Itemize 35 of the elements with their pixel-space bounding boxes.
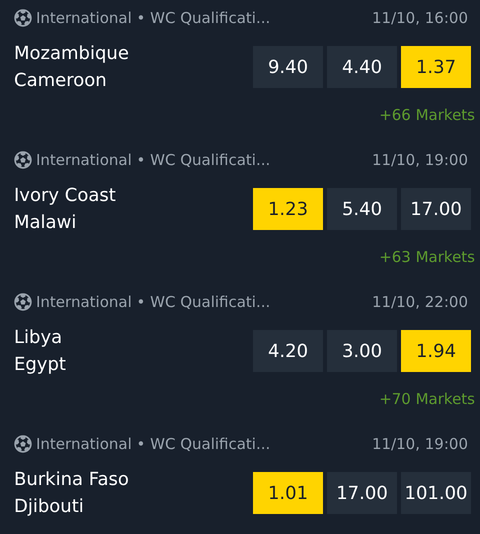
odds-button[interactable]: 17.00 xyxy=(401,188,471,230)
odds-button[interactable]: 4.20 xyxy=(253,330,323,372)
odds-button[interactable]: 3.00 xyxy=(327,330,397,372)
odds-button[interactable]: 9.40 xyxy=(253,46,323,88)
team-name: Libya xyxy=(14,326,64,350)
odds-button[interactable]: 1.01 xyxy=(253,472,323,514)
team-name: Malawi xyxy=(14,211,78,235)
odds-button[interactable]: 1.94 xyxy=(401,330,471,372)
odds-button[interactable]: 101.00 xyxy=(401,472,471,514)
football-icon xyxy=(14,151,32,169)
odds-button[interactable]: 5.40 xyxy=(327,188,397,230)
football-icon xyxy=(14,293,32,311)
more-markets-link[interactable]: +63 Markets xyxy=(379,246,475,266)
league-label: International • WC Qualificati... xyxy=(36,8,270,29)
odds-button[interactable]: 1.23 xyxy=(253,188,323,230)
league-label: International • WC Qualificati... xyxy=(36,292,270,313)
league-label: International • WC Qualificati... xyxy=(36,150,270,171)
match-time: 11/10, 19:00 xyxy=(372,434,468,455)
league-label: International • WC Qualificati... xyxy=(36,434,270,455)
more-markets-link[interactable]: +70 Markets xyxy=(379,388,475,408)
team-name: Burkina Faso xyxy=(14,468,129,492)
match-time: 11/10, 19:00 xyxy=(372,150,468,171)
odds-button[interactable]: 17.00 xyxy=(327,472,397,514)
team-name: Ivory Coast xyxy=(14,184,116,208)
match-time: 11/10, 22:00 xyxy=(372,292,468,313)
football-icon xyxy=(14,435,32,453)
more-markets-link[interactable]: +66 Markets xyxy=(379,104,475,124)
odds-button[interactable]: 4.40 xyxy=(327,46,397,88)
odds-button[interactable]: 1.37 xyxy=(401,46,471,88)
team-name: Djibouti xyxy=(14,495,85,519)
team-name: Mozambique xyxy=(14,42,129,66)
team-name: Cameroon xyxy=(14,69,108,93)
team-name: Egypt xyxy=(14,353,66,377)
football-icon xyxy=(14,9,32,27)
match-time: 11/10, 16:00 xyxy=(372,8,468,29)
